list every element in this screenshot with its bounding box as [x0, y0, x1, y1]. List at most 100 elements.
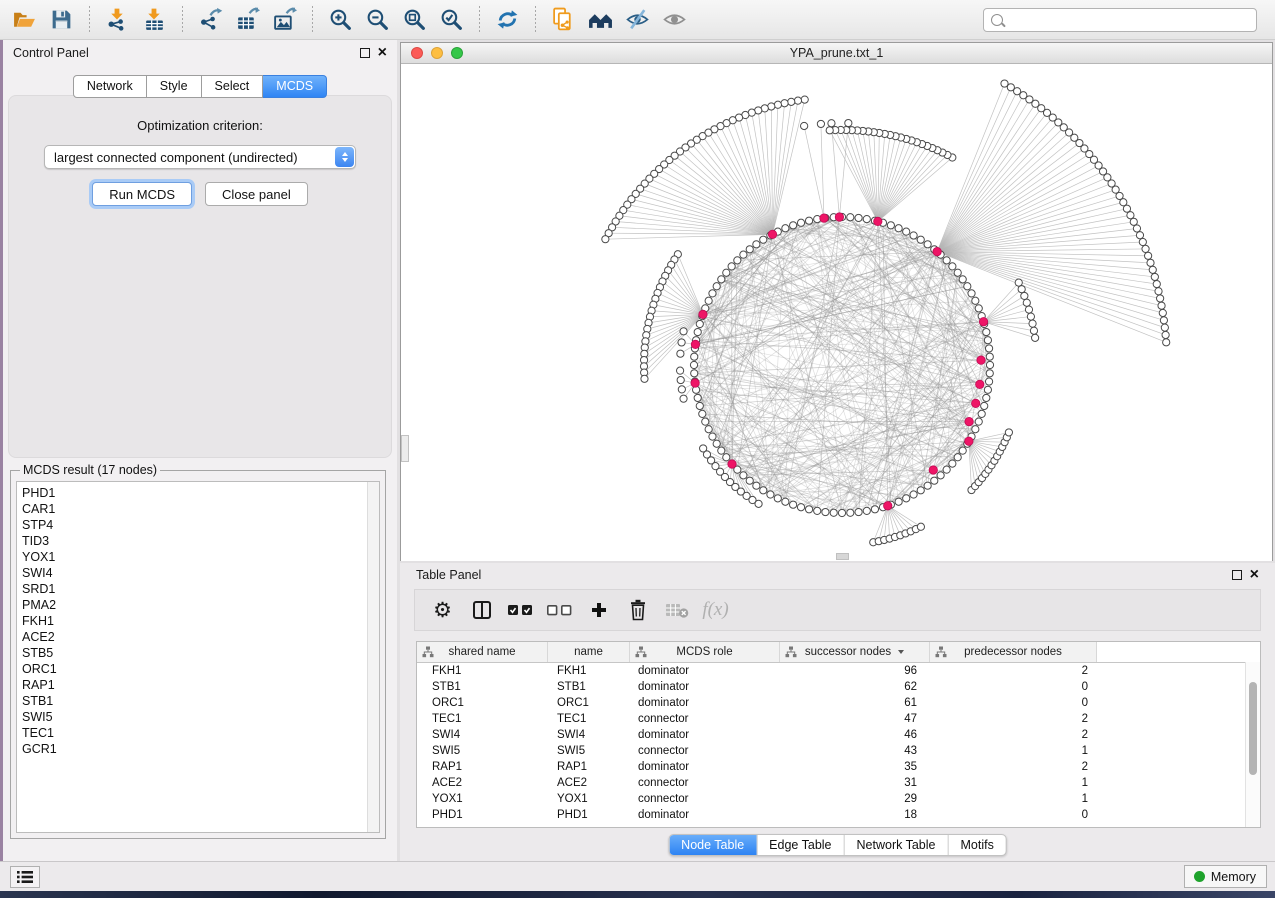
table-row[interactable]: TEC1TEC1connector472 [417, 711, 1260, 727]
table-cell: connector [630, 777, 780, 789]
table-row[interactable]: FKH1FKH1dominator962 [417, 663, 1260, 679]
table-cell: 61 [780, 697, 930, 709]
close-panel-button[interactable]: Close panel [205, 182, 308, 206]
import-table-icon[interactable] [139, 4, 170, 35]
search-box[interactable] [983, 8, 1257, 32]
close-window-icon[interactable] [411, 47, 423, 59]
zoom-in-icon[interactable] [325, 4, 356, 35]
zoom-out-icon[interactable] [362, 4, 393, 35]
close-panel-icon[interactable]: × [1250, 569, 1259, 581]
minimize-window-icon[interactable] [431, 47, 443, 59]
hide-selected-icon[interactable] [622, 4, 653, 35]
table-row[interactable]: ORC1ORC1dominator610 [417, 695, 1260, 711]
first-neighbors-icon[interactable] [585, 4, 616, 35]
table-cell: TEC1 [548, 713, 630, 725]
import-network-icon[interactable] [102, 4, 133, 35]
split-divider-handle[interactable] [401, 435, 409, 462]
list-item[interactable]: SWI5 [22, 709, 379, 725]
network-canvas[interactable] [401, 64, 1272, 561]
column-header-predecessor-nodes[interactable]: predecessor nodes [930, 642, 1097, 662]
list-item[interactable]: FKH1 [22, 613, 379, 629]
refresh-icon[interactable] [492, 4, 523, 35]
table-cell: ORC1 [548, 697, 630, 709]
list-item[interactable]: YOX1 [22, 549, 379, 565]
table-row[interactable]: ACE2ACE2connector311 [417, 775, 1260, 791]
table-row[interactable]: SWI4SWI4dominator462 [417, 727, 1260, 743]
column-header-mcds-role[interactable]: MCDS role [630, 642, 780, 662]
deselect-all-icon[interactable] [540, 594, 579, 626]
float-panel-icon[interactable] [360, 48, 370, 58]
list-item[interactable]: ORC1 [22, 661, 379, 677]
list-item[interactable]: RAP1 [22, 677, 379, 693]
scrollbar-thumb[interactable] [1249, 682, 1257, 775]
new-network-from-selection-icon[interactable] [548, 4, 579, 35]
memory-button[interactable]: Memory [1184, 865, 1267, 888]
list-item[interactable]: SWI4 [22, 565, 379, 581]
table-cell: 47 [780, 713, 930, 725]
sort-indicator-icon [898, 650, 904, 654]
tab-network[interactable]: Network [73, 75, 147, 98]
tab-motifs[interactable]: Motifs [947, 835, 1005, 855]
save-session-icon[interactable] [46, 4, 77, 35]
list-item[interactable]: CAR1 [22, 501, 379, 517]
delete-table-icon [657, 594, 696, 626]
list-item[interactable]: TEC1 [22, 725, 379, 741]
close-panel-icon[interactable]: × [378, 47, 387, 59]
network-graph[interactable] [401, 64, 1272, 561]
list-item[interactable]: PHD1 [22, 485, 379, 501]
column-type-icon [422, 646, 434, 658]
tab-network-table[interactable]: Network Table [844, 835, 948, 855]
list-item[interactable]: STB1 [22, 693, 379, 709]
table-row[interactable]: YOX1YOX1connector291 [417, 791, 1260, 807]
list-item[interactable]: ACE2 [22, 629, 379, 645]
split-divider-handle[interactable] [836, 553, 849, 560]
list-scrollbar[interactable] [367, 482, 379, 832]
column-header-shared-name[interactable]: shared name [417, 642, 548, 662]
toolbar-separator [535, 6, 536, 34]
list-item[interactable]: STP4 [22, 517, 379, 533]
column-header-name[interactable]: name [548, 642, 630, 662]
list-item[interactable]: GCR1 [22, 741, 379, 757]
delete-column-icon[interactable] [618, 594, 657, 626]
criterion-value: largest connected component (undirected) [54, 150, 298, 165]
network-window: YPA_prune.txt_1 [400, 42, 1273, 561]
table-row[interactable]: STB1STB1dominator620 [417, 679, 1260, 695]
table-scrollbar[interactable] [1245, 662, 1260, 827]
list-item[interactable]: TID3 [22, 533, 379, 549]
zoom-selected-icon[interactable] [436, 4, 467, 35]
list-item[interactable]: SRD1 [22, 581, 379, 597]
zoom-fit-icon[interactable] [399, 4, 430, 35]
table-cell: 1 [930, 777, 1097, 789]
tab-style[interactable]: Style [147, 75, 202, 98]
mcds-result-list-container: PHD1CAR1STP4TID3YOX1SWI4SRD1PMA2FKH1ACE2… [16, 481, 380, 833]
tab-node-table[interactable]: Node Table [669, 835, 756, 855]
add-column-icon[interactable] [579, 594, 618, 626]
tab-select[interactable]: Select [202, 75, 264, 98]
export-network-icon[interactable] [195, 4, 226, 35]
list-item[interactable]: PMA2 [22, 597, 379, 613]
column-header-successor-nodes[interactable]: successor nodes [780, 642, 930, 662]
table-row[interactable]: SWI5SWI5connector431 [417, 743, 1260, 759]
table-row[interactable]: PHD1PHD1dominator180 [417, 807, 1260, 823]
show-hide-columns-icon[interactable] [462, 594, 501, 626]
export-table-icon[interactable] [232, 4, 263, 35]
list-item[interactable]: STB5 [22, 645, 379, 661]
table-cell: 1 [930, 745, 1097, 757]
column-settings-icon[interactable]: ⚙ [423, 594, 462, 626]
run-mcds-button[interactable]: Run MCDS [92, 182, 192, 206]
table-row[interactable]: RAP1RAP1dominator352 [417, 759, 1260, 775]
task-history-button[interactable] [10, 866, 40, 888]
select-all-icon[interactable] [501, 594, 540, 626]
mcds-result-group: MCDS result (17 nodes) PHD1CAR1STP4TID3Y… [10, 463, 386, 839]
maximize-window-icon[interactable] [451, 47, 463, 59]
tab-edge-table[interactable]: Edge Table [756, 835, 843, 855]
control-panel: Control Panel × Network Style Select MCD… [3, 40, 397, 861]
dropdown-stepper-icon [335, 147, 354, 167]
open-file-icon[interactable] [9, 4, 40, 35]
criterion-dropdown[interactable]: largest connected component (undirected) [44, 145, 356, 169]
tab-mcds[interactable]: MCDS [263, 75, 327, 98]
table-panel-title: Table Panel [416, 568, 481, 582]
search-input[interactable] [1009, 12, 1249, 28]
float-panel-icon[interactable] [1232, 570, 1242, 580]
export-image-icon[interactable] [269, 4, 300, 35]
